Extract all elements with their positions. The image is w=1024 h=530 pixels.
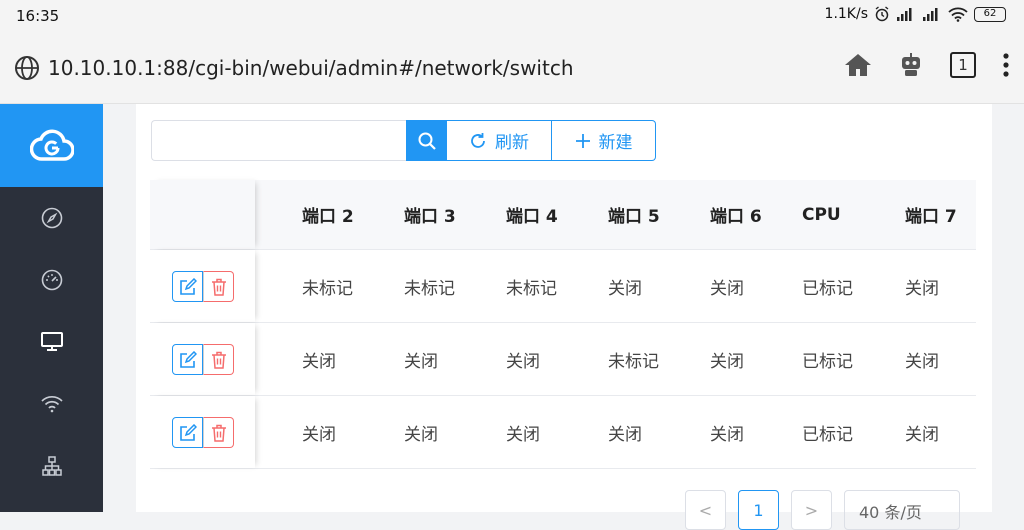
table-cell: 关闭 [710, 424, 744, 445]
table-cell: 关闭 [302, 351, 336, 372]
more-menu-icon[interactable] [1002, 53, 1010, 77]
network-speed: 1.1K/s [824, 6, 868, 22]
dashboard-icon [41, 269, 62, 291]
cloud-logo-icon [29, 129, 74, 161]
page-button-current[interactable]: 1 [738, 490, 779, 530]
edit-button[interactable] [172, 344, 203, 375]
search-icon [418, 132, 436, 150]
table-cell: 已标记 [802, 278, 853, 299]
table-cell: 已标记 [802, 351, 853, 372]
new-button[interactable]: 新建 [552, 120, 656, 161]
column-header: 端口 2 [302, 207, 354, 227]
delete-button[interactable] [203, 417, 234, 448]
table-cell: 关闭 [905, 278, 939, 299]
network-topology-icon [41, 456, 62, 476]
delete-button[interactable] [203, 344, 234, 375]
table-cell: 未标记 [608, 351, 659, 372]
table-cell: 关闭 [302, 424, 336, 445]
trash-icon [211, 351, 226, 369]
table-row: 关闭 关闭 关闭 关闭 关闭 已标记 关闭 [150, 396, 976, 469]
column-header: 端口 6 [710, 207, 762, 227]
pagination: < 1 > 40 条/页 [685, 490, 960, 530]
logo[interactable] [0, 104, 103, 187]
sidebar-item-compass[interactable] [0, 187, 103, 249]
sidebar-item-dashboard[interactable] [0, 249, 103, 311]
wifi-icon [948, 7, 968, 22]
column-header: 端口 4 [506, 207, 558, 227]
table-row: 关闭 关闭 关闭 未标记 关闭 已标记 关闭 [150, 323, 976, 396]
table-cell: 已标记 [802, 424, 853, 445]
status-time: 16:35 [16, 7, 60, 25]
sidebar [0, 104, 103, 512]
tab-count-button[interactable]: 1 [950, 52, 976, 78]
globe-icon [15, 56, 39, 80]
column-header: 端口 5 [608, 207, 660, 227]
table-cell: 关闭 [404, 351, 438, 372]
edit-button[interactable] [172, 271, 203, 302]
home-icon[interactable] [844, 52, 872, 78]
table-cell: 关闭 [905, 351, 939, 372]
next-page-button[interactable]: > [791, 490, 832, 530]
table-cell: 关闭 [506, 351, 540, 372]
table-header-row: 端口 2 端口 3 端口 4 端口 5 端口 6 CPU 端口 7 [150, 180, 976, 250]
compass-icon [41, 207, 62, 229]
table-cell: 关闭 [404, 424, 438, 445]
main-card: 刷新 新建 端口 2 端口 3 端口 4 端口 5 端口 6 CPU 端口 7 [136, 104, 992, 530]
search-button[interactable] [406, 120, 447, 161]
table-cell: 未标记 [302, 278, 353, 299]
page-size-select[interactable]: 40 条/页 [844, 490, 960, 530]
table-cell: 关闭 [608, 424, 642, 445]
wifi-icon [40, 395, 63, 413]
column-header: 端口 3 [404, 207, 456, 227]
table-row: 未标记 未标记 未标记 关闭 关闭 已标记 关闭 [150, 250, 976, 323]
robot-icon[interactable] [898, 52, 924, 78]
row-actions [150, 250, 255, 322]
battery-icon: 62 [974, 6, 1006, 22]
browser-url-bar: 10.10.10.1:88/cgi-bin/webui/admin#/netwo… [0, 32, 1024, 104]
prev-page-button[interactable]: < [685, 490, 726, 530]
edit-icon [179, 423, 197, 441]
edit-icon [179, 350, 197, 368]
row-actions [150, 396, 255, 468]
trash-icon [211, 278, 226, 296]
url-field[interactable]: 10.10.10.1:88/cgi-bin/webui/admin#/netwo… [48, 56, 574, 80]
edit-button[interactable] [172, 417, 203, 448]
table-cell: 关闭 [905, 424, 939, 445]
table-cell: 未标记 [404, 278, 455, 299]
column-header: CPU [802, 204, 841, 225]
plus-icon [575, 133, 590, 148]
monitor-icon [40, 332, 63, 351]
alarm-icon [875, 6, 889, 22]
status-bar: 16:35 1.1K/s 62 [0, 0, 1024, 32]
table-cell: 关闭 [710, 278, 744, 299]
signal-icon-2 [923, 8, 938, 21]
sidebar-item-network[interactable] [0, 435, 103, 497]
table-cell: 关闭 [608, 278, 642, 299]
table-cell: 关闭 [506, 424, 540, 445]
refresh-label: 刷新 [495, 133, 529, 153]
new-label: 新建 [598, 133, 633, 153]
refresh-icon [471, 132, 485, 148]
table-toolbar: 刷新 新建 [151, 120, 656, 161]
edit-icon [179, 277, 197, 295]
table-cell: 未标记 [506, 278, 557, 299]
sidebar-item-system[interactable] [0, 311, 103, 373]
row-actions [150, 323, 255, 395]
sidebar-item-wireless[interactable] [0, 373, 103, 435]
refresh-button[interactable]: 刷新 [447, 120, 552, 161]
search-input[interactable] [151, 120, 406, 161]
signal-icon [897, 8, 912, 21]
column-header: 端口 7 [905, 207, 957, 227]
table-cell: 关闭 [710, 351, 744, 372]
actions-column-header [150, 180, 255, 249]
trash-icon [211, 424, 226, 442]
switch-table: 端口 2 端口 3 端口 4 端口 5 端口 6 CPU 端口 7 未标记 未标… [150, 180, 976, 469]
delete-button[interactable] [203, 271, 234, 302]
